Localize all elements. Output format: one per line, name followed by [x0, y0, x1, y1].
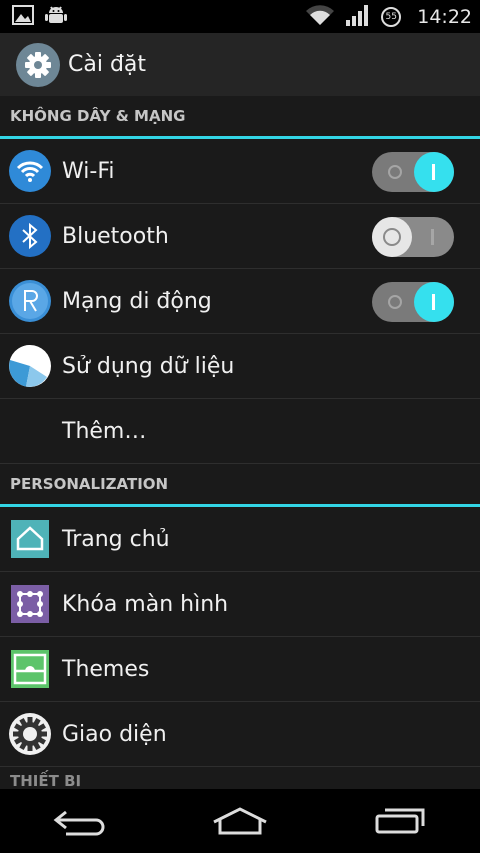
setting-display[interactable]: Giao diện [0, 702, 480, 767]
setting-data-usage[interactable]: Sử dụng dữ liệu [0, 334, 480, 399]
clock: 14:22 [417, 5, 472, 28]
home-nav-icon[interactable] [210, 801, 270, 841]
setting-label: Khóa màn hình [62, 591, 229, 617]
android-debug-icon [44, 3, 68, 31]
setting-mobile-network[interactable]: Mạng di động [0, 269, 480, 334]
settings-list: KHÔNG DÂY & MẠNG Wi-Fi Bluetooth Mạng di… [0, 96, 480, 787]
settings-gear-icon[interactable] [16, 42, 60, 87]
wifi-signal-icon [305, 4, 335, 30]
switch-thumb [372, 217, 412, 257]
themes-icon [8, 647, 52, 691]
battery-level: 55 [385, 11, 397, 22]
setting-label: Mạng di động [62, 288, 212, 314]
action-bar: Cài đặt [0, 33, 480, 96]
setting-wifi[interactable]: Wi-Fi [0, 139, 480, 204]
setting-label: Bluetooth [62, 223, 169, 249]
status-bar: 55 14:22 [0, 0, 480, 33]
bluetooth-icon [8, 214, 52, 258]
setting-label: Giao diện [62, 721, 167, 747]
setting-label: Trang chủ [62, 526, 170, 552]
mobile-network-toggle[interactable] [372, 282, 454, 322]
section-header-device: THIẾT BỊ [10, 772, 82, 787]
switch-on-mark [431, 229, 434, 245]
data-usage-icon [8, 344, 52, 388]
setting-themes[interactable]: Themes [0, 637, 480, 702]
display-gear-icon [8, 712, 52, 756]
setting-label: Themes [62, 656, 150, 682]
switch-thumb [414, 282, 454, 322]
switch-off-mark [388, 295, 402, 309]
setting-label: Sử dụng dữ liệu [62, 353, 235, 379]
bluetooth-toggle[interactable] [372, 217, 454, 257]
setting-label: Wi-Fi [62, 158, 115, 184]
setting-label: Thêm… [62, 418, 147, 444]
recents-icon[interactable] [370, 801, 430, 841]
switch-thumb [414, 152, 454, 192]
lock-screen-icon [8, 582, 52, 626]
home-icon [8, 517, 52, 561]
wifi-toggle[interactable] [372, 152, 454, 192]
cell-signal-icon [345, 3, 371, 31]
image-notification-icon [12, 4, 34, 29]
switch-off-mark [388, 165, 402, 179]
battery-icon: 55 [381, 6, 402, 27]
back-icon[interactable] [50, 801, 110, 841]
section-header-personalization: PERSONALIZATION [0, 464, 480, 507]
setting-home[interactable]: Trang chủ [0, 507, 480, 572]
wifi-icon [8, 149, 52, 193]
section-header-wireless: KHÔNG DÂY & MẠNG [0, 96, 480, 139]
setting-more[interactable]: Thêm… [0, 399, 480, 464]
setting-bluetooth[interactable]: Bluetooth [0, 204, 480, 269]
navigation-bar [0, 789, 480, 853]
mobile-network-icon [8, 279, 52, 323]
setting-lock-screen[interactable]: Khóa màn hình [0, 572, 480, 637]
page-title: Cài đặt [68, 52, 147, 77]
